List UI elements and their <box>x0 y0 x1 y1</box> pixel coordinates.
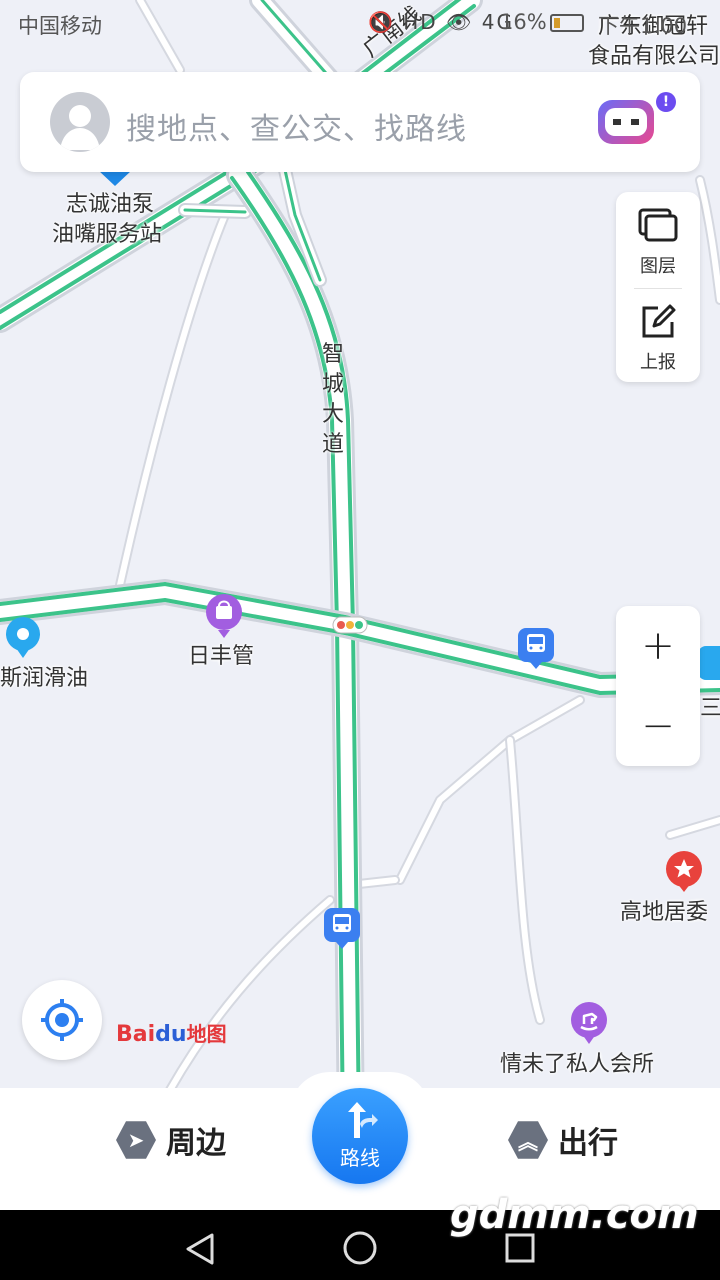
home-icon[interactable] <box>342 1230 378 1266</box>
bus-stop-icon[interactable] <box>518 628 554 670</box>
shopping-bag-icon[interactable] <box>204 594 244 640</box>
search-bar[interactable]: 搜地点、查公交、找路线 ! <box>20 72 700 172</box>
locate-me-button[interactable] <box>22 980 102 1060</box>
back-icon[interactable] <box>184 1232 216 1266</box>
layers-label: 图层 <box>640 256 676 277</box>
crosshair-icon <box>41 999 83 1041</box>
zoom-out-button[interactable]: − <box>616 686 700 766</box>
battery-icon <box>550 14 584 32</box>
travel-button[interactable]: ︽ 出行 <box>508 1118 618 1162</box>
poi-label[interactable]: 三运 <box>700 690 720 722</box>
watermark: gdmm.com <box>450 1192 699 1238</box>
report-button[interactable]: 上报 <box>616 302 700 374</box>
route-arrow-icon <box>348 1102 378 1138</box>
route-label: 路线 <box>340 1146 380 1170</box>
poi-label[interactable]: 斯润滑油 <box>0 660 88 692</box>
user-avatar-icon <box>60 105 100 150</box>
map-canvas[interactable]: 志诚油泵 油嘴服务站 日丰管 斯润滑油 三运 高地居委 <box>0 0 720 1210</box>
layers-icon <box>638 208 678 242</box>
poi-label[interactable]: 日丰管 <box>188 638 254 670</box>
network-status-icons: 🔇 HD 👁 4G <box>368 10 515 34</box>
nearby-button[interactable]: ➤ 周边 <box>116 1118 226 1162</box>
compass-icon: ➤ <box>116 1121 156 1159</box>
zoom-in-button[interactable]: + <box>616 606 700 686</box>
traffic-light-icon <box>332 616 368 634</box>
poi-label[interactable]: 油嘴服务站 <box>52 216 162 248</box>
star-pin-icon[interactable] <box>664 850 704 894</box>
chevrons-up-icon: ︽ <box>508 1121 548 1159</box>
poi-label[interactable]: 高地居委 <box>620 894 708 926</box>
poi-label[interactable]: 情未了私人会所 <box>500 1046 654 1078</box>
bus-stop-icon[interactable] <box>324 908 360 950</box>
carrier-label: 中国移动 <box>18 14 102 38</box>
ai-assistant-icon[interactable] <box>598 100 654 144</box>
avatar[interactable] <box>50 92 110 152</box>
search-input[interactable]: 搜地点、查公交、找路线 <box>126 104 467 148</box>
battery-percent: 16% <box>500 10 547 34</box>
divider <box>634 288 682 289</box>
map-tools-panel: 图层 上报 <box>616 192 700 382</box>
travel-label: 出行 <box>558 1126 618 1161</box>
status-bar: 中国移动 🔇 HD 👁 4G 16% 下午1:00 <box>0 0 720 48</box>
poi-label[interactable]: 志诚油泵 <box>66 186 154 218</box>
notification-badge: ! <box>656 92 676 112</box>
bus-stop-icon[interactable] <box>698 646 720 686</box>
rocking-horse-icon[interactable] <box>570 1002 608 1046</box>
nearby-label: 周边 <box>166 1126 226 1161</box>
layers-button[interactable]: 图层 <box>616 206 700 278</box>
report-label: 上报 <box>640 352 676 373</box>
edit-report-icon <box>642 304 676 338</box>
location-pin-icon[interactable] <box>4 616 42 660</box>
route-button[interactable]: 路线 <box>312 1088 408 1184</box>
baidu-map-logo: Baidu地图 <box>116 1022 227 1047</box>
clock: 下午1:00 <box>598 14 688 38</box>
poi-marker-icon <box>98 170 132 186</box>
road-label: 智城大道 <box>321 342 344 457</box>
zoom-control: + − <box>616 606 700 766</box>
